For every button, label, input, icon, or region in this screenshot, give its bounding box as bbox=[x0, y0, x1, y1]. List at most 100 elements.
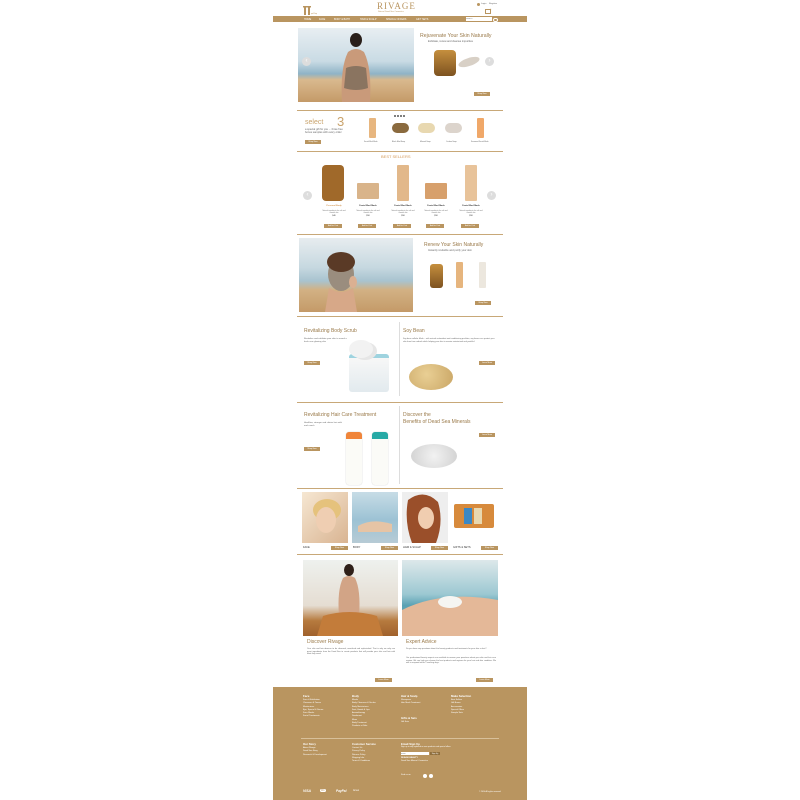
discover-title: Discover Rivage bbox=[307, 639, 344, 645]
bestsellers-next-arrow[interactable]: › bbox=[487, 191, 496, 200]
add-to-cart-button[interactable]: Add to Cart bbox=[324, 224, 342, 228]
search-input[interactable] bbox=[466, 17, 492, 21]
category-gifts-button[interactable]: Shop Now bbox=[481, 546, 498, 550]
hero-image bbox=[298, 28, 414, 102]
sample-tube[interactable] bbox=[477, 118, 484, 138]
register-link[interactable]: Register bbox=[489, 3, 497, 5]
product-image[interactable] bbox=[465, 165, 477, 201]
nav-body-bath[interactable]: BODY & BATH bbox=[334, 18, 350, 21]
hair-care-button[interactable]: Shop Now bbox=[304, 447, 320, 451]
renew-jar bbox=[430, 264, 443, 288]
footer-contact-sub: Dead Sea Mineral Cosmetics bbox=[401, 760, 428, 762]
hero-product-jar bbox=[434, 50, 456, 76]
hero-shop-button[interactable]: Shop Now bbox=[474, 92, 490, 96]
nav-hair-scalp[interactable]: HAIR & SCALP bbox=[360, 18, 376, 21]
sample-soap[interactable] bbox=[445, 123, 462, 133]
category-hair-image[interactable] bbox=[402, 492, 448, 543]
brand-tagline: Natural Dead Sea Cosmetics bbox=[378, 11, 404, 13]
product-name[interactable]: Facial Mud Mask bbox=[354, 205, 382, 207]
logo-icon[interactable] bbox=[303, 3, 318, 15]
main-nav: HOME FACE BODY & BATH HAIR & SCALP SPECI… bbox=[273, 16, 527, 22]
nav-special-offers[interactable]: SPECIAL OFFERS bbox=[386, 18, 406, 21]
footer-link[interactable]: Products at Sale bbox=[352, 725, 376, 728]
sample-soap[interactable] bbox=[392, 123, 409, 133]
body-scrub-text: Revitalize and exfoliate your skin to re… bbox=[304, 338, 347, 344]
email-signup-button[interactable]: Sign Up bbox=[430, 752, 440, 755]
footer-selection-heading: Make Selection bbox=[451, 694, 472, 698]
footer-link[interactable]: Sample Sets bbox=[451, 712, 464, 715]
product-image[interactable] bbox=[425, 183, 447, 199]
product-image[interactable] bbox=[397, 165, 409, 201]
product-description: Natural ingredients for soft and smooth … bbox=[391, 210, 415, 214]
soy-bean-button[interactable]: Learn More bbox=[479, 361, 495, 365]
product-card[interactable]: Personal Body Natural ingredients for sof… bbox=[320, 163, 348, 233]
product-name[interactable]: Facial Mud Mask bbox=[457, 205, 485, 207]
hero-prev-arrow[interactable]: ‹ bbox=[302, 57, 311, 66]
paypal-icon: PayPal bbox=[336, 789, 347, 793]
search-icon[interactable] bbox=[493, 17, 498, 22]
product-name[interactable]: Facial Mud Mask bbox=[422, 205, 450, 207]
hero-text: Exfoliate, renew and cleanse impurities bbox=[428, 40, 473, 43]
footer-email-text: Sign up to stay updated on new products … bbox=[401, 746, 451, 748]
add-to-cart-button[interactable]: Add to Cart bbox=[461, 224, 479, 228]
add-to-cart-button[interactable]: Add to Cart bbox=[358, 224, 376, 228]
add-to-cart-button[interactable]: Add to Cart bbox=[393, 224, 411, 228]
footer-link[interactable]: Gift Sets bbox=[401, 721, 409, 724]
bestsellers-prev-arrow[interactable]: ‹ bbox=[303, 191, 312, 200]
minerals-title-line1: Discover the bbox=[403, 412, 431, 418]
hero-banner: ‹ › Rejuvenate Your Skin Naturally Exfol… bbox=[298, 28, 498, 117]
category-face-image[interactable] bbox=[302, 492, 348, 543]
category-hair-button[interactable]: Shop Now bbox=[431, 546, 448, 550]
footer-link[interactable]: Facial Treatments bbox=[303, 715, 323, 718]
footer-service-heading: Customer Service bbox=[352, 742, 376, 746]
divider bbox=[297, 554, 503, 555]
select3-shop-button[interactable]: Shop Now bbox=[305, 140, 321, 144]
product-price: $58 bbox=[401, 215, 405, 217]
nav-gift-sets[interactable]: GIFT SETS bbox=[416, 18, 428, 21]
renew-tube bbox=[456, 262, 463, 288]
product-card[interactable]: Facial Mud Mask Natural ingredients for s… bbox=[422, 163, 450, 233]
sample-label: Mineral Soap bbox=[420, 141, 431, 143]
renew-shop-button[interactable]: Shop Now bbox=[475, 301, 491, 305]
hero-next-arrow[interactable]: › bbox=[485, 57, 494, 66]
email-signup-input[interactable] bbox=[401, 752, 429, 755]
category-face-button[interactable]: Shop Now bbox=[331, 546, 348, 550]
footer-link[interactable]: Hair Mask Treatment bbox=[401, 702, 420, 705]
footer-link[interactable]: Research & Development bbox=[303, 754, 327, 757]
product-description: Natural ingredients for soft and smooth … bbox=[424, 210, 448, 214]
body-scrub-title: Revitalizing Body Scrub bbox=[304, 328, 357, 334]
category-body-button[interactable]: Shop Now bbox=[381, 546, 398, 550]
nav-face[interactable]: FACE bbox=[319, 18, 325, 21]
login-link[interactable]: Login bbox=[481, 3, 486, 5]
divider bbox=[297, 234, 503, 235]
add-to-cart-button[interactable]: Add to Cart bbox=[426, 224, 444, 228]
category-body-image[interactable] bbox=[352, 492, 398, 543]
footer-link[interactable]: Terms & Conditions bbox=[352, 760, 370, 763]
advice-button[interactable]: Learn More bbox=[476, 678, 493, 682]
minerals-button[interactable]: Learn More bbox=[479, 433, 495, 437]
user-icon[interactable] bbox=[477, 3, 480, 6]
brand-name[interactable]: RIVAGE bbox=[377, 1, 416, 11]
twitter-icon[interactable] bbox=[423, 774, 427, 778]
product-image[interactable] bbox=[322, 165, 344, 201]
footer-body-links: Masks Body Cleansers & Scrubs Body Moistur… bbox=[352, 699, 376, 729]
product-card[interactable]: Facial Mud Mask Natural ingredients for s… bbox=[389, 163, 417, 233]
sample-soap[interactable] bbox=[418, 123, 435, 133]
product-image[interactable] bbox=[357, 183, 379, 199]
product-name[interactable]: Facial Mud Mask bbox=[389, 205, 417, 207]
product-card[interactable]: Facial Mud Mask Natural ingredients for s… bbox=[354, 163, 382, 233]
sample-label: Seaweed Facial Mask bbox=[471, 141, 489, 143]
nav-home[interactable]: HOME bbox=[304, 18, 311, 21]
cart-count: 0 bbox=[490, 9, 492, 11]
category-gifts-image[interactable] bbox=[452, 492, 498, 543]
product-card[interactable]: Facial Mud Mask Natural ingredients for s… bbox=[457, 163, 485, 233]
discover-button[interactable]: Learn More bbox=[375, 678, 392, 682]
product-name[interactable]: Personal Body bbox=[320, 205, 348, 207]
sample-tube[interactable] bbox=[369, 118, 376, 138]
sample-label: Black Mud Soap bbox=[392, 141, 406, 143]
body-scrub-button[interactable]: Shop Now bbox=[304, 361, 320, 365]
renew-text: Instantly revitalize and purify your ski… bbox=[428, 249, 472, 252]
facebook-icon[interactable] bbox=[429, 774, 433, 778]
discover-image bbox=[303, 560, 398, 636]
divider bbox=[297, 110, 503, 111]
